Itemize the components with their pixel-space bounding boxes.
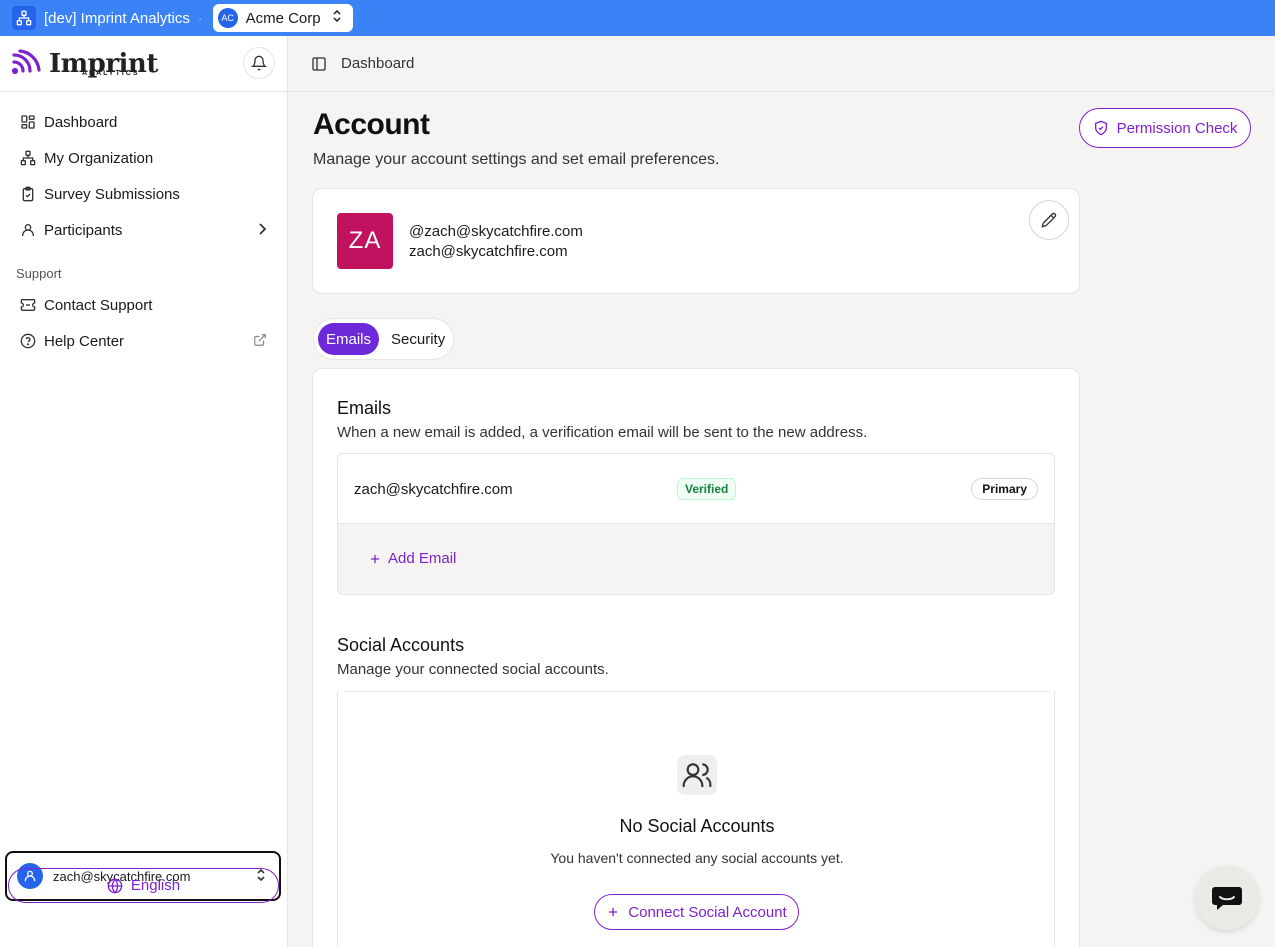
organization-icon [20,150,36,166]
email-list: zach@skycatchfire.com Verified Primary A… [337,453,1055,595]
ticket-icon [20,297,36,313]
title-separator: · [197,10,203,26]
add-email-label: Add Email [388,550,457,567]
tab-emails[interactable]: Emails [318,323,380,355]
sidebar-header: Imprint ANALYTICS [0,36,287,92]
plus-icon [609,907,618,917]
permission-check-button[interactable]: Permission Check [1079,108,1251,148]
connect-social-account-button[interactable]: Connect Social Account [594,894,799,930]
primary-badge: Primary [971,478,1038,500]
list-item: zach@skycatchfire.com Verified Primary [338,454,1054,524]
help-circle-icon [20,333,36,349]
plus-icon [370,554,380,563]
profile-email: zach@skycatchfire.com [409,243,568,260]
dashboard-icon [20,114,36,130]
chat-icon [1212,887,1242,910]
divider [344,691,1050,692]
connect-social-account-label: Connect Social Account [628,903,787,921]
sidebar-nav: Dashboard My Organization Survey Submiss… [0,92,287,359]
profile-handle: @zach@skycatchfire.com [409,223,583,240]
profile-card: ZA @zach@skycatchfire.com zach@skycatchf… [312,188,1080,294]
emails-title: Emails [337,398,392,418]
org-badge: AC [217,8,238,28]
permission-check-label: Permission Check [1116,119,1238,137]
email-address: zach@skycatchfire.com [354,481,513,498]
logo-mark-icon [11,48,41,74]
sidebar-item-label: Help Center [44,332,125,350]
clipboard-check-icon [20,186,36,202]
sidebar: Imprint ANALYTICS Dashboard My Organizat… [0,36,288,947]
add-email-row: Add Email [338,524,1054,594]
shield-check-icon [1094,120,1107,136]
emails-card: Emails When a new email is added, a veri… [312,368,1080,947]
users-icon [677,755,717,795]
main-header: Dashboard [289,36,1275,92]
breadcrumb[interactable]: Dashboard [341,55,414,72]
sidebar-item-participants[interactable]: Participants [0,212,287,248]
sidebar-item-contact-support[interactable]: Contact Support [0,287,287,323]
page-title: Account [313,108,430,141]
pencil-icon [1041,212,1057,228]
globe-icon [107,878,123,893]
add-email-button[interactable]: Add Email [368,550,456,567]
sidebar-item-help-center[interactable]: Help Center [0,323,287,359]
sidebar-item-label: My Organization [44,149,154,167]
social-accounts-box: No Social Accounts You haven't connected… [337,691,1055,947]
avatar: ZA [337,213,393,269]
user-icon [20,222,36,238]
chevrons-up-down-icon [331,9,343,27]
sidebar-item-dashboard[interactable]: Dashboard [0,104,287,140]
empty-state-title: No Social Accounts [619,816,775,836]
empty-state-description: You haven't connected any social account… [550,850,844,866]
logo[interactable]: Imprint ANALYTICS [11,48,158,79]
logo-subtext: ANALYTICS [82,70,140,77]
sidebar-item-label: Dashboard [44,113,118,131]
emails-description: When a new email is added, a verificatio… [337,424,868,441]
language-label: English [130,877,181,894]
sidebar-item-label: Survey Submissions [44,185,180,203]
chevron-right-icon [257,222,267,240]
account-tabs: Emails Security [313,318,454,360]
language-button[interactable]: English [8,868,279,903]
sidebar-item-my-organization[interactable]: My Organization [0,140,287,176]
page-subtitle: Manage your account settings and set ema… [313,151,720,168]
sidebar-item-label: Participants [44,221,123,239]
social-description: Manage your connected social accounts. [337,661,609,678]
org-name: Acme Corp [245,9,321,27]
status-badge: Verified [677,478,737,500]
edit-profile-button[interactable] [1029,200,1069,240]
social-title: Social Accounts [337,635,465,655]
sidebar-toggle-icon[interactable] [311,56,327,72]
sidebar-item-label: Contact Support [44,296,153,314]
app-title: [dev] Imprint Analytics [44,9,190,27]
sidebar-item-survey-submissions[interactable]: Survey Submissions [0,176,287,212]
org-switcher[interactable]: AC Acme Corp [212,4,353,32]
top-bar: [dev] Imprint Analytics · AC Acme Corp [0,0,1275,36]
bell-icon [251,55,267,71]
support-section-label: Support [16,266,62,281]
external-link-icon [253,333,267,351]
tab-security[interactable]: Security [383,323,453,355]
organization-icon [12,6,36,30]
notifications-button[interactable] [243,47,275,79]
chat-launcher-button[interactable] [1195,866,1259,930]
